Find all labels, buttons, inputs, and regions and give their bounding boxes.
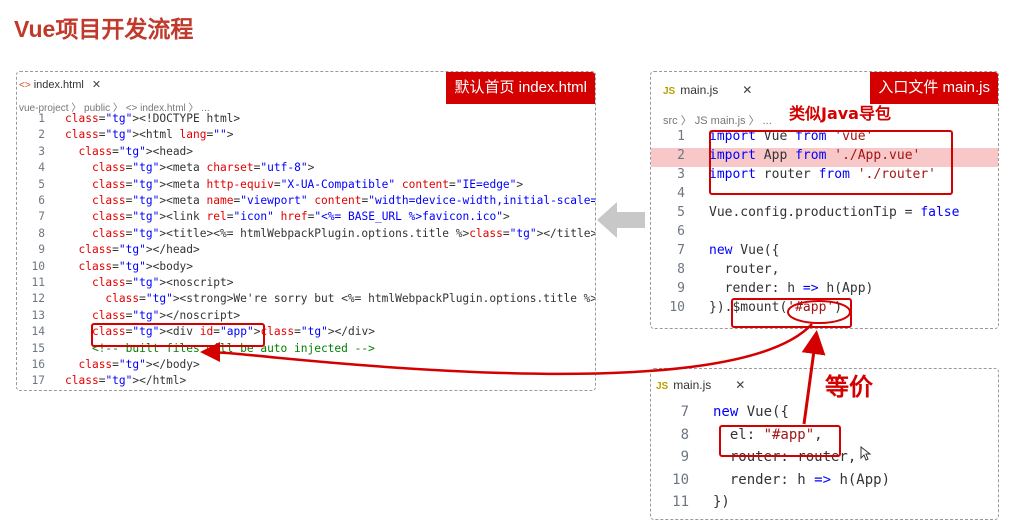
connector-arrows <box>200 323 826 425</box>
mouse-cursor-icon <box>860 446 872 461</box>
equivalence-arrow <box>801 330 826 425</box>
mount-to-div-arrow <box>200 323 813 376</box>
